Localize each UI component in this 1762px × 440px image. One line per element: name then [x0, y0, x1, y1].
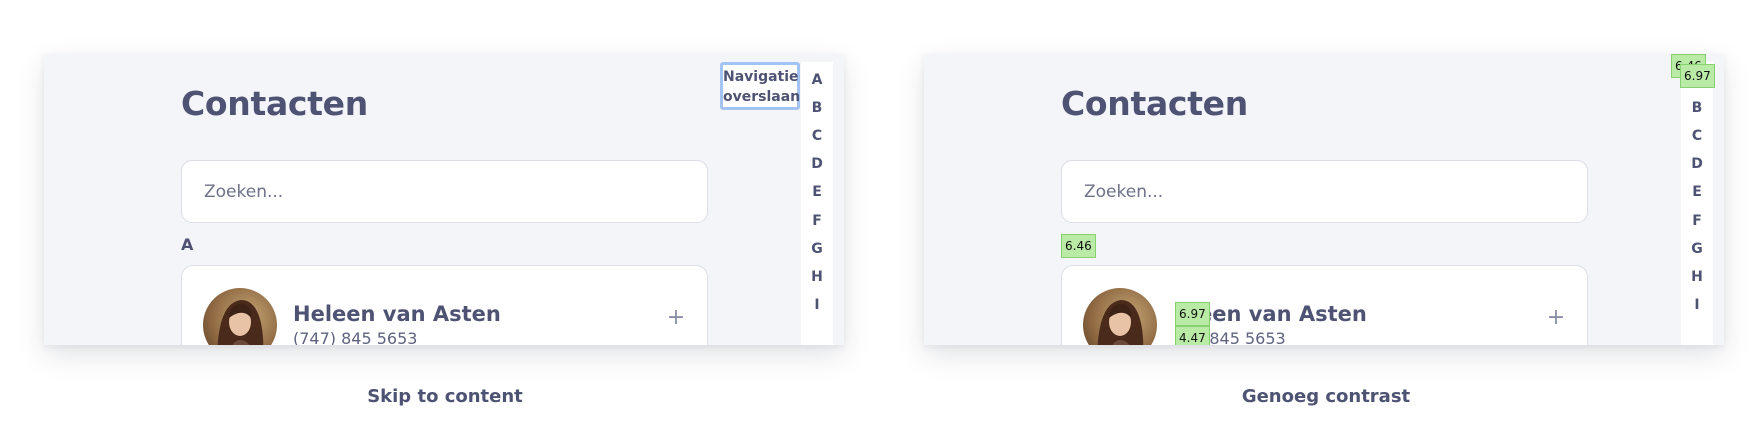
contact-name: Heleen van Asten [293, 302, 501, 326]
page-title: Contacten [181, 84, 368, 123]
add-contact-button[interactable]: + [664, 306, 688, 330]
contrast-ratio-badge: 6.97 [1175, 302, 1210, 326]
alphabet-letter[interactable]: G [1681, 241, 1713, 257]
alphabet-letter[interactable]: E [801, 184, 833, 200]
alphabet-letter[interactable]: B [1681, 100, 1713, 116]
search-input[interactable] [181, 160, 708, 223]
alphabet-letter[interactable]: A [801, 72, 833, 88]
alphabet-letter[interactable]: I [1681, 297, 1713, 313]
skip-navigation-link[interactable]: Navigatie overslaan [720, 62, 800, 110]
contact-name: een van Asten [1198, 302, 1367, 326]
section-letter: A [181, 235, 194, 254]
plus-icon: + [666, 305, 686, 330]
contacts-panel-skip-to-content: Contacten A Heleen van Asten (747) 8 [44, 54, 844, 345]
alphabet-letter[interactable]: D [801, 156, 833, 172]
alphabet-index: A B C D E F G H I [801, 62, 833, 345]
alphabet-letter[interactable]: F [801, 213, 833, 229]
alphabet-letter[interactable]: F [1681, 213, 1713, 229]
alphabet-letter[interactable]: G [801, 241, 833, 257]
alphabet-letter[interactable]: C [1681, 128, 1713, 144]
alphabet-letter[interactable]: E [1681, 184, 1713, 200]
plus-icon: + [1546, 305, 1566, 330]
caption-skip-to-content: Skip to content [367, 386, 523, 407]
alphabet-letter[interactable]: C [801, 128, 833, 144]
avatar [1083, 288, 1157, 345]
avatar-photo-icon [1083, 288, 1157, 345]
add-contact-button[interactable]: + [1544, 306, 1568, 330]
contrast-ratio-badge: 6.97 [1680, 64, 1715, 88]
contrast-ratio-badge: 6.46 [1061, 234, 1096, 258]
alphabet-letter[interactable]: I [801, 297, 833, 313]
alphabet-index: B C D E F G H I [1681, 62, 1713, 345]
search-input[interactable] [1061, 160, 1588, 223]
alphabet-letter[interactable]: H [801, 269, 833, 285]
page-title: Contacten [1061, 84, 1248, 123]
alphabet-letter[interactable]: H [1681, 269, 1713, 285]
contacts-panel-contrast: Contacten een van Asten ) 845 5653 [924, 54, 1724, 345]
avatar-photo-icon [203, 288, 277, 345]
contrast-ratio-badge: 4.47 [1175, 326, 1210, 345]
avatar [203, 288, 277, 345]
contact-phone: ) 845 5653 [1198, 329, 1286, 345]
contact-phone: (747) 845 5653 [293, 329, 418, 345]
caption-contrast: Genoeg contrast [1241, 386, 1411, 407]
alphabet-letter[interactable]: D [1681, 156, 1713, 172]
alphabet-letter[interactable]: B [801, 100, 833, 116]
contact-card[interactable]: een van Asten ) 845 5653 + [1061, 265, 1588, 345]
contact-card[interactable]: Heleen van Asten (747) 845 5653 + [181, 265, 708, 345]
